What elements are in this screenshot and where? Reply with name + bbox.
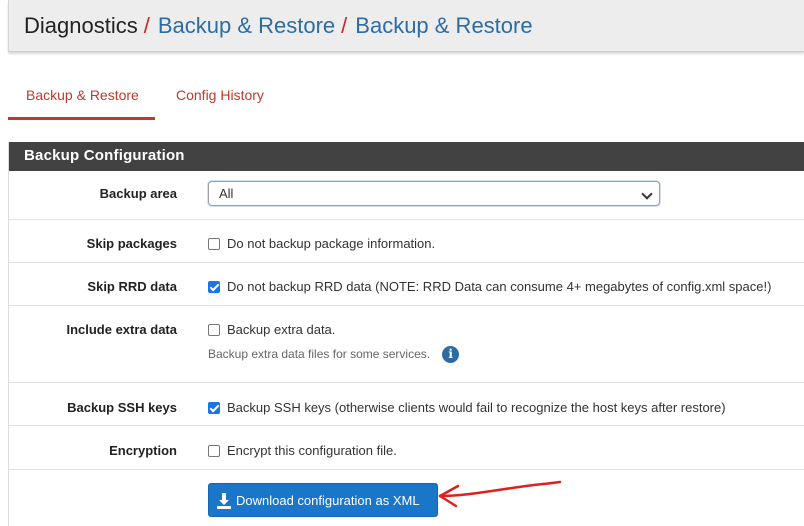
ssh-keys-row: Backup SSH keys Backup SSH keys (otherwi… (9, 382, 804, 425)
extra-data-option: Backup extra data. (208, 322, 335, 337)
encryption-text: Encrypt this configuration file. (227, 443, 397, 458)
skip-packages-text: Do not backup package information. (227, 236, 436, 251)
skip-packages-option: Do not backup package information. (208, 236, 435, 251)
extra-data-text: Backup extra data. (227, 322, 336, 337)
skip-rrd-row: Skip RRD data Do not backup RRD data (NO… (9, 262, 804, 305)
encryption-row: Encryption Encrypt this configuration fi… (9, 425, 804, 469)
info-icon[interactable]: i (442, 346, 460, 364)
skip-rrd-checkbox[interactable] (208, 281, 220, 293)
breadcrumb: Diagnostics / Backup & Restore / Backup … (8, 0, 804, 52)
extra-data-checkbox[interactable] (208, 324, 220, 336)
encryption-option: Encrypt this configuration file. (208, 443, 397, 458)
download-config-label: Download configuration as XML (236, 493, 420, 508)
tab-bar: Backup & Restore Config History (8, 80, 282, 122)
skip-packages-row: Skip packages Do not backup package info… (9, 219, 804, 262)
backup-configuration-panel: Backup Configuration Backup area All Ski… (8, 142, 804, 526)
breadcrumb-separator: / (341, 12, 348, 38)
skip-rrd-label: Skip RRD data (87, 279, 177, 294)
backup-area-row: Backup area All (9, 171, 804, 219)
extra-data-help-text: Backup extra data files for some service… (208, 347, 431, 361)
breadcrumb-link-current[interactable]: Backup & Restore (355, 13, 532, 39)
skip-packages-label: Skip packages (86, 236, 177, 251)
breadcrumb-link-backup-restore[interactable]: Backup & Restore (158, 13, 335, 39)
ssh-keys-option: Backup SSH keys (otherwise clients would… (208, 400, 726, 415)
skip-rrd-text: Do not backup RRD data (NOTE: RRD Data c… (227, 279, 772, 294)
skip-packages-checkbox[interactable] (208, 238, 220, 250)
encryption-label: Encryption (109, 443, 177, 458)
backup-area-selected-value: All (219, 186, 234, 201)
ssh-keys-label: Backup SSH keys (67, 400, 177, 415)
encryption-checkbox[interactable] (208, 445, 220, 457)
ssh-keys-text: Backup SSH keys (otherwise clients would… (227, 400, 726, 415)
download-config-button[interactable]: Download configuration as XML (208, 483, 438, 517)
extra-data-row: Include extra data Backup extra data. Ba… (9, 305, 804, 382)
breadcrumb-root: Diagnostics (24, 12, 138, 38)
breadcrumb-separator: / (143, 12, 150, 38)
download-icon (217, 493, 231, 509)
red-arrow-annotation (438, 480, 562, 508)
extra-data-label: Include extra data (66, 322, 177, 337)
tab-config-history[interactable]: Config History (155, 80, 282, 120)
extra-data-help: Backup extra data files for some service… (208, 346, 460, 364)
tab-backup-restore[interactable]: Backup & Restore (8, 80, 155, 120)
ssh-keys-checkbox[interactable] (208, 402, 220, 414)
backup-area-label: Backup area (99, 186, 177, 201)
chevron-down-icon (641, 188, 653, 200)
panel-title: Backup Configuration (9, 142, 804, 171)
backup-area-select[interactable]: All (208, 181, 660, 206)
skip-rrd-option: Do not backup RRD data (NOTE: RRD Data c… (208, 279, 771, 294)
